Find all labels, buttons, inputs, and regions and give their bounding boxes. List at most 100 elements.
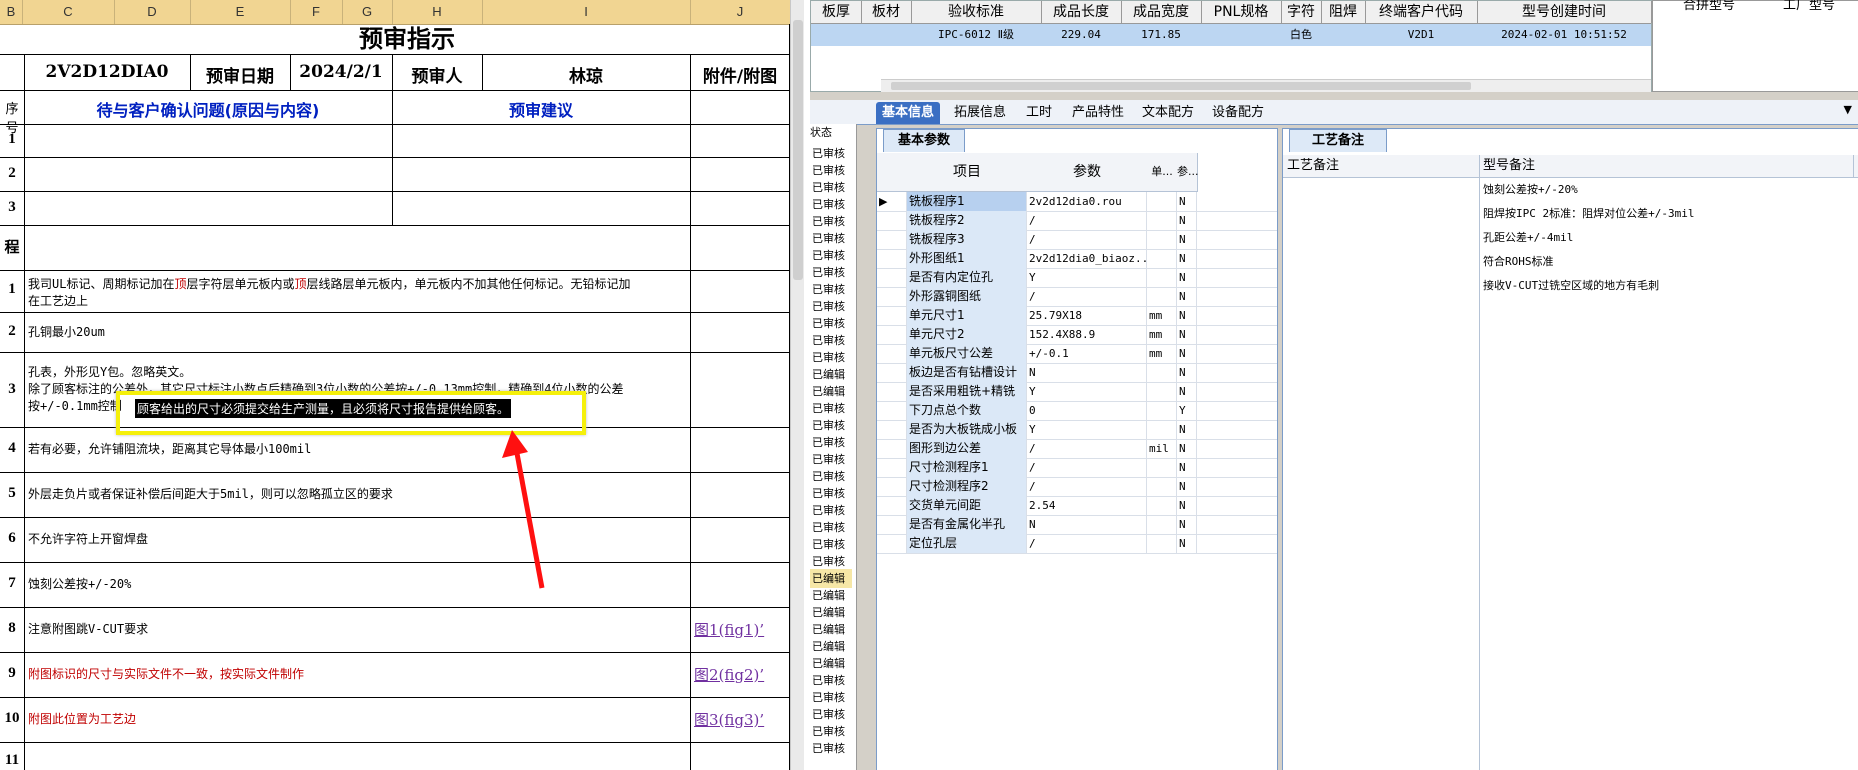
param-ref: N (1177, 287, 1197, 306)
basic-params-tab[interactable]: 基本参数 (883, 129, 966, 152)
param-value[interactable]: 25.79X18 (1027, 306, 1147, 325)
column-header[interactable]: 阻焊 (1321, 1, 1366, 23)
attachment-label: 附件/附图 (702, 67, 778, 87)
acceptance-standard: IPC-6012 Ⅱ级 (937, 28, 1015, 41)
param-row[interactable]: 单元尺寸1 25.79X18 mm N (877, 306, 1277, 326)
param-row[interactable]: 是否有内定位孔 Y N (877, 268, 1277, 288)
param-row[interactable]: 铣板程序3/ N (877, 230, 1277, 250)
param-ref: N (1177, 382, 1197, 401)
row-indicator (877, 420, 907, 439)
param-unit (1147, 287, 1177, 306)
column-header[interactable]: PNL规格 (1201, 1, 1282, 23)
param-row[interactable]: 是否为大板铣成小板 Y N (877, 420, 1277, 440)
param-unit-header[interactable]: 单... (1147, 153, 1178, 192)
param-item: 下刀点总个数 (907, 401, 1027, 420)
param-row[interactable]: 是否采用粗铣+精铣 Y N (877, 382, 1277, 402)
param-value[interactable]: Y (1027, 268, 1147, 287)
figure-link[interactable]: 图1(fig1)’ (694, 619, 764, 640)
param-row[interactable]: ▶ 铣板程序1 2v2d12dia0.rou N (877, 192, 1277, 212)
param-value[interactable]: / (1027, 477, 1147, 496)
param-row[interactable]: 外形露铜图纸 / N (877, 287, 1277, 307)
param-value[interactable]: 152.4X88.9 (1027, 325, 1147, 344)
model-list-hscrollbar[interactable] (881, 79, 1651, 92)
param-value[interactable]: / (1027, 458, 1147, 477)
tab-text-recipe[interactable]: 文本配方 (1136, 102, 1200, 124)
column-header[interactable]: 字符 (1281, 1, 1322, 23)
param-row[interactable]: 单元板尺寸公差 +/-0.1 mm N (877, 344, 1277, 364)
param-row[interactable]: 交货单元间距 2.54 N (877, 496, 1277, 516)
model-note-line: 孔距公差+/-4mil (1483, 231, 1574, 244)
param-item: 是否采用粗铣+精铣 (907, 382, 1027, 401)
column-header[interactable]: I (482, 0, 691, 24)
column-header[interactable]: D (114, 0, 191, 24)
model-list-row[interactable]: IPC-6012 Ⅱ级 229.04 171.85 白色 V2D1 2024-0… (811, 24, 1651, 46)
param-row[interactable]: 板边是否有钻槽设计 N N (877, 363, 1277, 383)
column-header[interactable]: G (342, 0, 393, 24)
param-value[interactable]: N (1027, 363, 1147, 382)
column-header[interactable]: 终端客户代码 (1365, 1, 1478, 23)
column-header[interactable]: J (690, 0, 791, 24)
param-value[interactable]: Y (1027, 382, 1147, 401)
param-value[interactable]: / (1027, 439, 1147, 458)
param-row[interactable]: 定位孔层 / N (877, 534, 1277, 554)
row-number: 6 (8, 530, 16, 546)
process-note-area[interactable] (1283, 177, 1480, 770)
param-value[interactable]: 2.54 (1027, 496, 1147, 515)
tab-product-features[interactable]: 产品特性 (1066, 102, 1130, 124)
tab-extended-info[interactable]: 拓展信息 (948, 102, 1012, 124)
scrollbar-thumb[interactable] (793, 20, 803, 280)
column-header[interactable]: 板厚 (811, 1, 862, 23)
column-header[interactable]: B (0, 0, 23, 24)
row-indicator (877, 382, 907, 401)
tab-basic-info[interactable]: 基本信息 (876, 102, 941, 124)
param-value[interactable]: 2v2d12dia0_biaoz... (1027, 249, 1147, 268)
param-ref: N (1177, 211, 1197, 230)
param-value[interactable]: 0 (1027, 401, 1147, 420)
param-value[interactable]: +/-0.1 (1027, 344, 1147, 363)
param-value-header[interactable]: 参数 (1027, 153, 1148, 192)
param-value[interactable]: N (1027, 515, 1147, 534)
param-unit (1147, 211, 1177, 230)
column-header[interactable]: 型号创建时间 (1477, 1, 1652, 23)
status-item[interactable]: 已审核 (810, 739, 852, 758)
param-row[interactable]: 尺寸检测程序2/ N (877, 477, 1277, 497)
param-value[interactable]: 2v2d12dia0.rou (1027, 192, 1147, 211)
process-notes-tab[interactable]: 工艺备注 (1289, 129, 1388, 152)
sheet-vertical-scrollbar[interactable] (790, 0, 804, 770)
column-header[interactable]: 成品宽度 (1121, 1, 1202, 23)
param-row[interactable]: 尺寸检测程序1/ N (877, 458, 1277, 478)
param-row[interactable]: 外形图纸1 2v2d12dia0_biaoz... N (877, 249, 1277, 269)
scrollbar-thumb[interactable] (891, 82, 1471, 90)
param-unit (1147, 230, 1177, 249)
param-value[interactable]: / (1027, 211, 1147, 230)
merged-model-label: 合拼型号 (1683, 0, 1736, 13)
column-header[interactable]: 成品长度 (1041, 1, 1122, 23)
column-header[interactable]: E (190, 0, 291, 24)
param-row[interactable]: 是否有金属化半孔 N N (877, 515, 1277, 535)
chevron-down-icon[interactable]: ▼ (1844, 103, 1852, 116)
param-row[interactable]: 下刀点总个数 0 Y (877, 401, 1277, 421)
param-ref-header[interactable]: 参... (1177, 153, 1199, 192)
param-value[interactable]: / (1027, 287, 1147, 306)
param-value[interactable]: / (1027, 230, 1147, 249)
param-row[interactable]: 图形到边公差 / mil N (877, 439, 1277, 459)
figure-link[interactable]: 图3(fig3)’ (694, 709, 764, 730)
column-header[interactable]: 板材 (861, 1, 912, 23)
model-list-grid: 板厚 板材 验收标准 成品长度 成品宽度 PNL规格 字符 阻焊 终端客户代码 … (810, 0, 1652, 92)
param-item: 图形到边公差 (907, 439, 1027, 458)
param-item: 是否有内定位孔 (907, 268, 1027, 287)
tab-work-hours[interactable]: 工时 (1020, 102, 1058, 124)
param-value[interactable]: Y (1027, 420, 1147, 439)
param-row[interactable]: 单元尺寸2 152.4X88.9 mm N (877, 325, 1277, 345)
param-row[interactable]: 铣板程序2/ N (877, 211, 1277, 231)
column-header[interactable]: 验收标准 (911, 1, 1042, 23)
figure-link[interactable]: 图2(fig2)’ (694, 664, 764, 685)
row-indicator (877, 268, 907, 287)
column-header[interactable]: C (22, 0, 115, 24)
param-item-header[interactable]: 项目 (907, 153, 1028, 192)
column-header-bar: B C D E F G H I J (0, 0, 791, 25)
column-header[interactable]: H (392, 0, 483, 24)
tab-equipment-recipe[interactable]: 设备配方 (1206, 102, 1270, 124)
param-value[interactable]: / (1027, 534, 1147, 553)
column-header[interactable]: F (290, 0, 343, 24)
